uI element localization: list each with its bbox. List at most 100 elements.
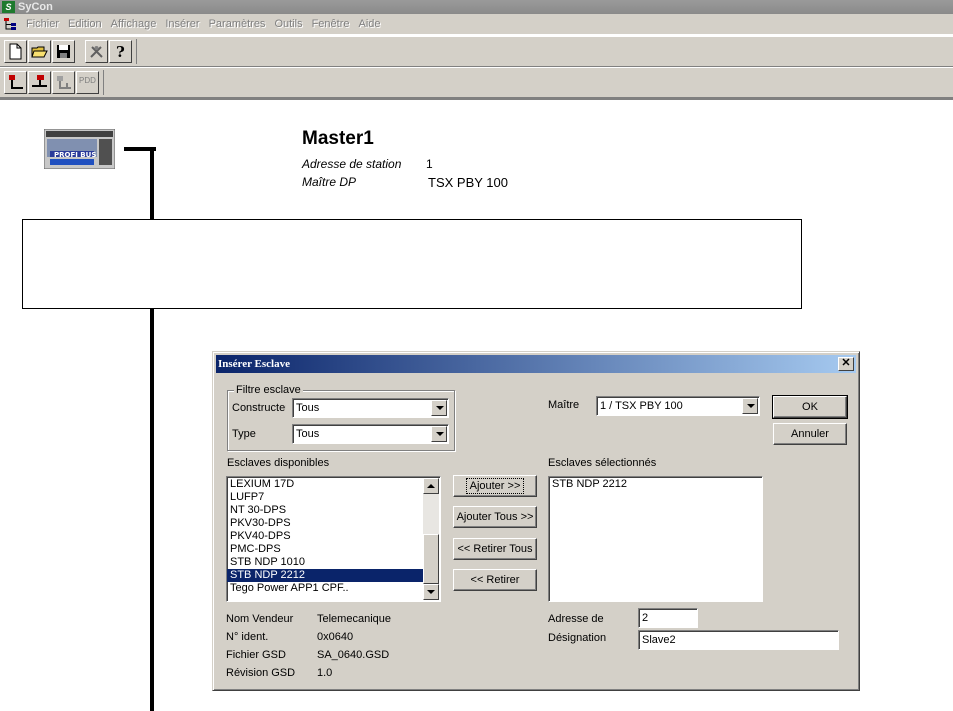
new-file-icon [9,43,22,60]
gsd-file-label: Fichier GSD [226,649,286,661]
ok-button-label: OK [802,401,818,413]
type-select[interactable]: Tous [292,424,449,444]
menu-outils[interactable]: Outils [274,14,308,35]
available-slave-item[interactable]: Tego Power APP1 CPF.. [227,582,423,595]
menu-aide[interactable]: Aide [358,14,386,35]
available-slaves-list[interactable]: LEXIUM 17D LUFP7 NT 30-DPS PKV30-DPS PKV40-D… [226,476,441,602]
master-select-value: 1 / TSX PBY 100 [600,400,683,412]
help-button[interactable]: ? [109,40,132,63]
address-input-value: 2 [642,612,649,624]
new-file-button[interactable] [4,40,27,63]
profibus-master-image[interactable]: PROFI BUS [44,129,115,169]
toolbar-separator [76,39,84,64]
toolbar-network: PDD [0,67,953,98]
profibus-image-text: PROFI BUS [54,151,96,159]
constructor-label: Constructeur [232,402,286,414]
station-address-label: Adresse de station [302,157,402,171]
ident-label: N° ident. [226,631,269,643]
add-button-label: Ajouter >> [465,478,525,494]
available-slave-item[interactable]: PMC-DPS [227,543,423,556]
chevron-down-icon[interactable] [742,398,758,414]
available-slaves-label: Esclaves disponibles [227,457,330,469]
available-slave-item[interactable]: PKV40-DPS [227,530,423,543]
type-label: Type [232,428,256,440]
window-title-bar: S SyCon [0,0,953,14]
address-label: Adresse de [548,613,604,625]
slave-filter-legend: Filtre esclave [234,384,303,396]
insert-slave-dialog: Insérer Esclave ✕ Filtre esclave Constru… [212,351,860,691]
insert-slave-button[interactable] [28,71,51,94]
pdd-label: PDD [79,76,96,85]
save-disk-icon [57,45,70,58]
remove-button-label: << Retirer [470,574,520,586]
gsd-file-value: SA_0640.GSD [317,649,390,661]
selected-slave-item[interactable]: STB NDP 2212 [549,478,762,491]
scroll-down-icon[interactable] [423,584,439,600]
type-select-value: Tous [296,428,320,440]
slave-area-box[interactable] [22,219,802,309]
designation-label: Désignation [548,632,607,644]
designation-input-value: Slave2 [642,634,676,646]
save-file-button[interactable] [52,40,75,63]
dialog-title: Insérer Esclave [218,358,290,370]
replace-slave-icon [57,76,71,89]
master-type-label: Maître DP [302,175,357,189]
gsd-revision-label: Révision GSD [226,667,296,679]
close-icon: ✕ [841,357,851,369]
pdd-button[interactable]: PDD [76,71,99,94]
insert-master-button[interactable] [4,71,27,94]
available-slave-item[interactable]: LUFP7 [227,491,423,504]
available-slave-item[interactable]: NT 30-DPS [227,504,423,517]
chevron-down-icon[interactable] [431,426,447,442]
menu-fenetre[interactable]: Fenêtre [312,14,356,35]
constructor-select-value: Tous [296,402,320,414]
dialog-title-bar: Insérer Esclave ✕ [216,355,856,373]
toolbar-standard: ? [0,36,953,67]
available-slave-item[interactable]: STB NDP 1010 [227,556,423,569]
constructor-select[interactable]: Tous [292,398,449,418]
available-slave-item[interactable]: LEXIUM 17D [227,478,423,491]
scroll-thumb[interactable] [423,534,439,584]
cancel-button-label: Annuler [791,428,829,440]
scroll-up-icon[interactable] [423,478,439,494]
remove-all-button[interactable]: << Retirer Tous [453,538,537,560]
toolbar-group-network: PDD [0,70,104,95]
available-slave-item[interactable]: PKV30-DPS [227,517,423,530]
remove-button[interactable]: << Retirer [453,569,537,591]
toolbar-group-file: ? [0,39,137,64]
ok-button[interactable]: OK [772,395,848,419]
add-button[interactable]: Ajouter >> [453,475,537,497]
svg-text:?: ? [116,43,125,60]
open-file-button[interactable] [28,40,51,63]
master-label: Maître [548,399,580,411]
cancel-button[interactable]: Annuler [773,423,847,445]
add-all-button[interactable]: Ajouter Tous >> [453,506,537,528]
vendor-value: Telemecanique [317,613,391,625]
menu-fichier[interactable]: Fichier [26,14,65,35]
dialog-close-button[interactable]: ✕ [838,357,854,371]
replace-slave-button[interactable] [52,71,75,94]
remove-all-button-label: << Retirer Tous [457,543,533,555]
window-title: SyCon [18,1,53,13]
insert-master-icon [9,75,23,89]
designation-input[interactable]: Slave2 [638,630,839,650]
add-all-button-label: Ajouter Tous >> [456,511,534,523]
help-question-icon: ? [116,43,125,60]
available-list-scrollbar[interactable] [423,478,439,600]
master-type-value: TSX PBY 100 [428,175,508,190]
menu-bar: Fichier Edition Affichage Insérer Paramè… [0,14,953,35]
selected-slaves-list[interactable]: STB NDP 2212 [548,476,763,602]
available-slave-item[interactable]: STB NDP 2212 [227,569,423,582]
master-name: Master1 [302,128,374,149]
menu-parametres[interactable]: Paramètres [209,14,272,35]
address-input[interactable]: 2 [638,608,698,628]
chevron-down-icon[interactable] [431,400,447,416]
network-tree-icon[interactable] [3,17,17,31]
context-help-button[interactable] [85,40,108,63]
sycon-app-icon: S [2,1,15,13]
menu-edition[interactable]: Edition [68,14,108,35]
tools-icon [90,46,103,58]
menu-inserer[interactable]: Insérer [165,14,205,35]
menu-affichage[interactable]: Affichage [111,14,163,35]
master-select[interactable]: 1 / TSX PBY 100 [596,396,760,416]
